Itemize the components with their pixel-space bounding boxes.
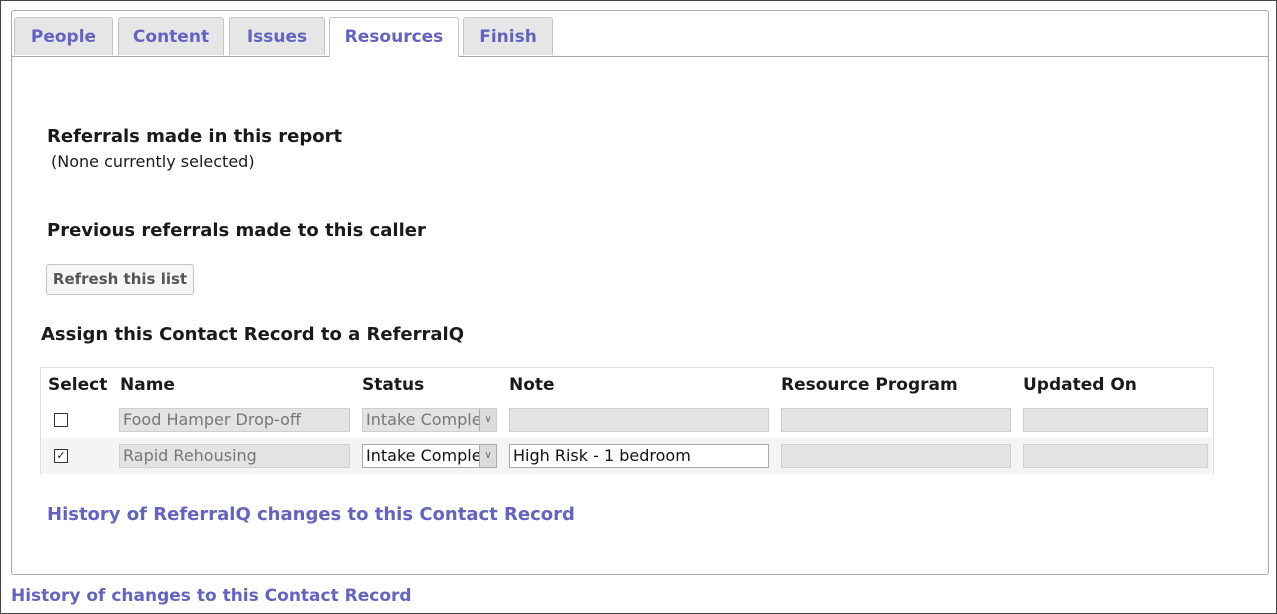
tab-panel: People Content Issues Resources Finish R… [11, 10, 1269, 575]
chevron-down-icon: ∨ [479, 445, 496, 467]
column-header-resource-program: Resource Program [781, 375, 958, 395]
resource-program-field [781, 408, 1011, 432]
resource-program-field [781, 444, 1011, 468]
column-header-select: Select [48, 375, 108, 395]
refresh-list-button[interactable]: Refresh this list [46, 264, 194, 295]
updated-on-field [1023, 408, 1208, 432]
name-field: Rapid Rehousing [119, 444, 350, 468]
tab-finish[interactable]: Finish [463, 17, 553, 55]
column-header-updated-on: Updated On [1023, 375, 1137, 395]
status-select: Intake Complete ∨ [362, 408, 497, 432]
chevron-down-icon: ∨ [479, 409, 496, 431]
note-field [509, 408, 769, 432]
table-row: Food Hamper Drop-off Intake Complete ∨ [42, 402, 1212, 438]
column-header-status: Status [362, 375, 425, 395]
assign-heading: Assign this Contact Record to a Referral… [41, 324, 465, 345]
column-header-note: Note [509, 375, 555, 395]
contact-record-history-link[interactable]: History of changes to this Contact Recor… [11, 586, 412, 606]
tab-people[interactable]: People [14, 17, 113, 55]
table-row: ✓ Rapid Rehousing Intake Complete ∨ High… [42, 438, 1212, 474]
select-checkbox[interactable] [54, 413, 68, 427]
name-field: Food Hamper Drop-off [119, 408, 350, 432]
status-select[interactable]: Intake Complete ∨ [362, 444, 497, 468]
referrals-none-text: (None currently selected) [51, 152, 255, 171]
referralq-table: Select Name Status Note Resource Program… [40, 367, 1214, 474]
tab-divider [12, 56, 1268, 57]
tab-issues[interactable]: Issues [229, 17, 325, 55]
referrals-heading: Referrals made in this report [47, 126, 343, 147]
tab-content[interactable]: Content [118, 17, 224, 55]
status-value: Intake Complete [366, 410, 497, 429]
updated-on-field [1023, 444, 1208, 468]
previous-referrals-heading: Previous referrals made to this caller [47, 220, 426, 241]
tab-resources[interactable]: Resources [329, 17, 459, 57]
status-value: Intake Complete [366, 446, 497, 465]
select-checkbox[interactable]: ✓ [54, 449, 68, 463]
window-frame: People Content Issues Resources Finish R… [0, 0, 1277, 614]
note-input[interactable]: High Risk - 1 bedroom [509, 444, 769, 468]
referralq-history-link[interactable]: History of ReferralQ changes to this Con… [47, 504, 575, 525]
column-header-name: Name [120, 375, 175, 395]
